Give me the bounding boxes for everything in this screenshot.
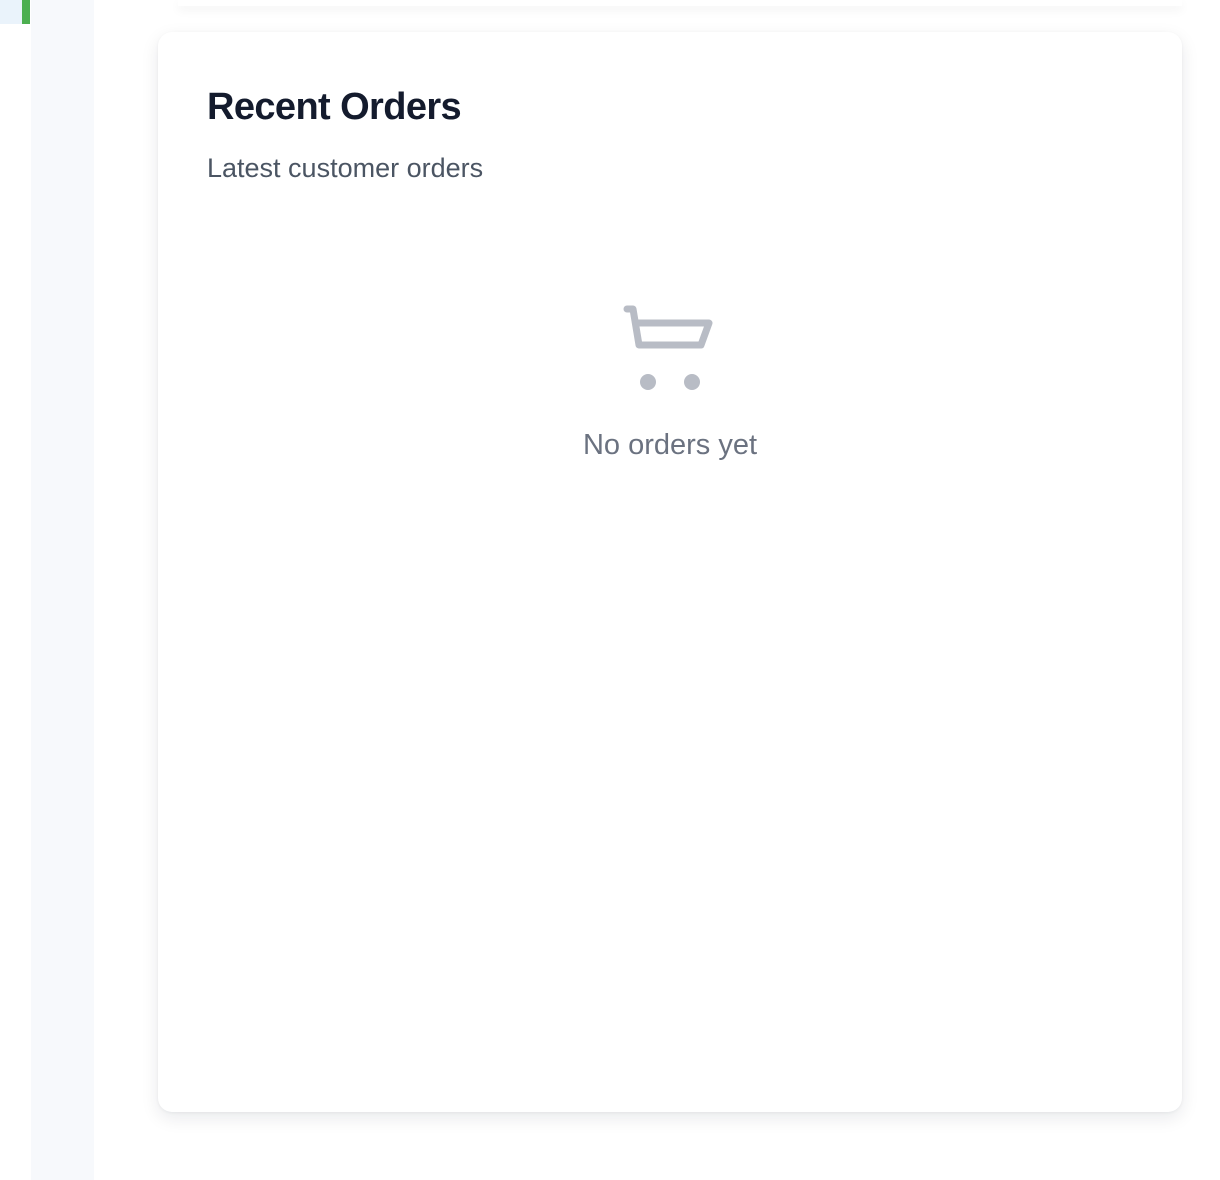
sidebar-active-indicator	[22, 0, 30, 24]
sidebar-active-item[interactable]	[0, 0, 22, 24]
previous-card-edge	[178, 0, 1182, 6]
empty-state: No orders yet	[158, 300, 1182, 462]
sidebar	[0, 0, 31, 1180]
page-gutter	[31, 0, 94, 1180]
empty-state-message: No orders yet	[582, 429, 758, 461]
shopping-cart-icon	[623, 305, 713, 390]
card-title: Recent Orders	[207, 86, 462, 128]
recent-orders-card: Recent Orders Latest customer orders No …	[158, 32, 1182, 1112]
main-content: Recent Orders Latest customer orders No …	[31, 0, 1220, 1180]
card-subtitle: Latest customer orders	[207, 153, 484, 183]
